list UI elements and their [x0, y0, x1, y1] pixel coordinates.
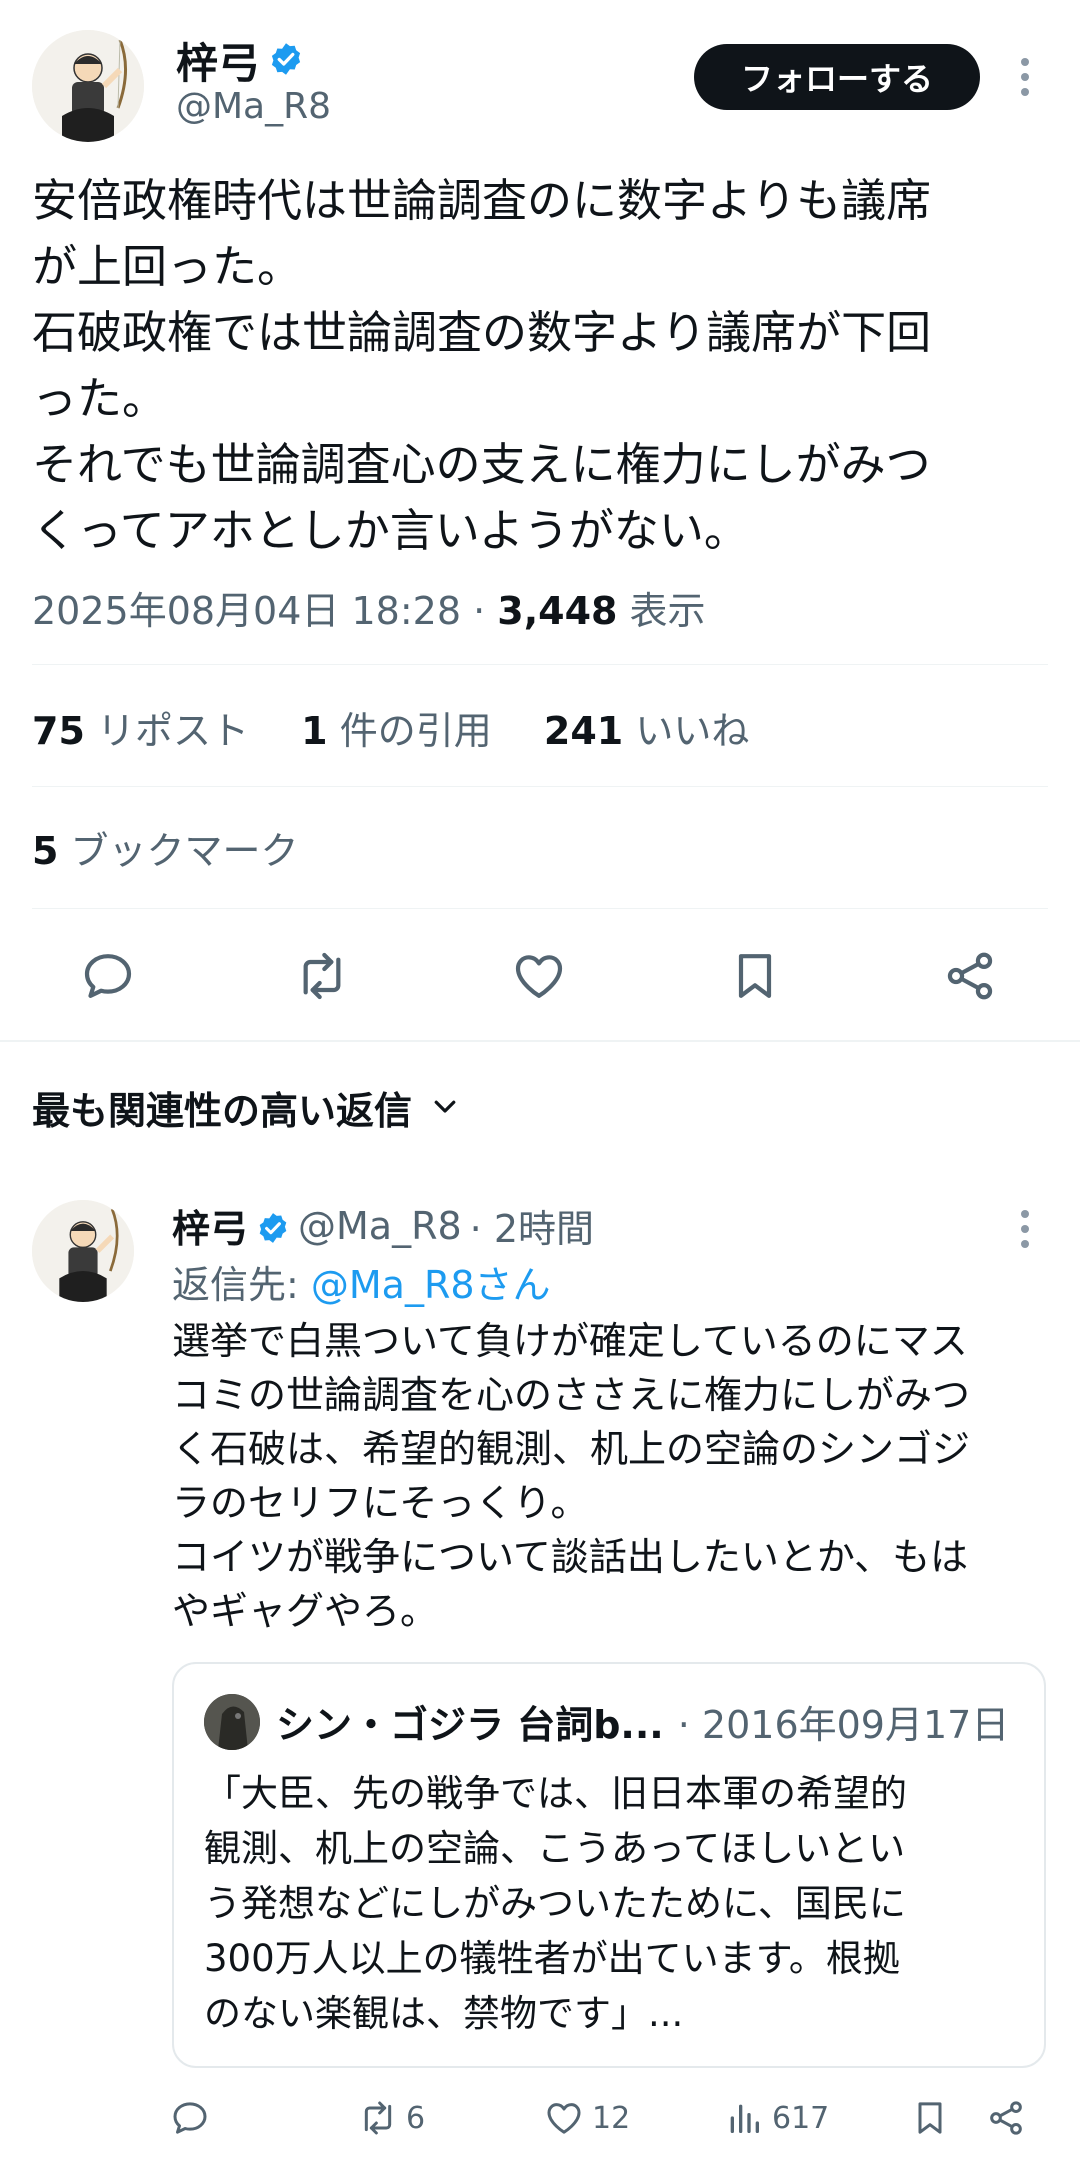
verified-badge-icon: [268, 41, 304, 81]
verified-badge-icon: [256, 1204, 290, 1248]
reply-more-options-icon[interactable]: [1019, 1210, 1031, 1255]
reposts-stat[interactable]: 75 リポスト: [32, 709, 249, 753]
likes-label: いいね: [623, 709, 750, 753]
replies-sort-dropdown[interactable]: 最も関連性の高い返信: [32, 1080, 460, 1135]
quotes-stat[interactable]: 1 件の引用: [301, 709, 492, 753]
reply-repost-button[interactable]: 6: [358, 2098, 425, 2138]
divider: [32, 664, 1048, 665]
quoted-avatar: [204, 1694, 260, 1750]
tweet-text: 安倍政権時代は世論調査のに数字よりも議席 が上回った。 石破政権では世論調査の数…: [32, 174, 932, 557]
timestamp[interactable]: 2025年08月04日 18:28 ·: [32, 589, 497, 633]
avatar[interactable]: [32, 30, 144, 142]
repost-icon[interactable]: [294, 948, 350, 1004]
views-count: 3,448: [497, 589, 618, 633]
reply-text: 選挙で白黒ついて負けが確定しているのにマス コミの世論調査を心のささえに権力にし…: [172, 1319, 971, 1633]
stats-row: 75 リポスト 1 件の引用 241 いいね: [32, 700, 749, 755]
reply-icon: [173, 2102, 207, 2134]
author-row[interactable]: 梓弓: [176, 30, 304, 91]
quoted-author-name: シン・ゴジラ 台詞b...: [276, 1703, 664, 1747]
reply-handle[interactable]: @Ma_R8: [298, 1204, 462, 1248]
author-handle[interactable]: @Ma_R8: [176, 86, 331, 127]
reply-avatar[interactable]: [32, 1200, 134, 1302]
reply-views-button[interactable]: 617: [724, 2098, 829, 2138]
quoted-header: シン・ゴジラ 台詞b... · 2016年09月17日: [276, 1694, 1009, 1749]
reply-like-button[interactable]: 12: [544, 2098, 630, 2138]
reply-author-name[interactable]: 梓弓: [172, 1198, 248, 1253]
like-icon: [547, 2103, 581, 2134]
bookmark-icon[interactable]: [727, 948, 783, 1004]
reply-share-button[interactable]: [986, 2098, 1026, 2138]
reposts-count: 75: [32, 709, 85, 753]
chevron-down-icon: [430, 1086, 460, 1130]
more-options-icon[interactable]: [1019, 58, 1031, 103]
likes-stat[interactable]: 241 いいね: [544, 709, 749, 753]
replies-sort-label: 最も関連性の高い返信: [32, 1089, 413, 1133]
bookmarks-count: 5: [32, 829, 59, 873]
quoted-date: · 2016年09月17日: [677, 1703, 1010, 1747]
divider: [32, 908, 1048, 909]
like-icon[interactable]: [511, 948, 567, 1004]
section-divider: [0, 1040, 1080, 1042]
quotes-label: 件の引用: [327, 709, 492, 753]
author-name[interactable]: 梓弓: [176, 30, 260, 91]
reply-to-handle-link[interactable]: @Ma_R8さん: [311, 1263, 551, 1307]
reply-reposts-count: 6: [406, 2100, 426, 2136]
share-icon: [990, 2101, 1022, 2135]
reply-views-count: 617: [772, 2100, 830, 2136]
reply-to-prefix: 返信先:: [172, 1263, 311, 1307]
bookmarks-stat[interactable]: 5 ブックマーク: [32, 820, 299, 875]
tweet-meta: 2025年08月04日 18:28 · 3,448 表示: [32, 580, 706, 635]
bookmark-icon: [918, 2102, 942, 2134]
share-icon[interactable]: [942, 948, 998, 1004]
divider: [32, 786, 1048, 787]
follow-button[interactable]: フォローする: [694, 44, 980, 110]
reply-to-line: 返信先: @Ma_R8さん: [172, 1254, 551, 1309]
reposts-label: リポスト: [84, 709, 249, 753]
quoted-text: 「大臣、先の戦争では、旧日本軍の希望的 観測、机上の空論、こうあってほしいとい …: [204, 1772, 907, 2035]
likes-count: 241: [543, 709, 624, 753]
reply-likes-count: 12: [592, 2100, 631, 2136]
reply-bookmark-button[interactable]: [910, 2098, 950, 2138]
reply-time[interactable]: · 2時間: [470, 1198, 594, 1253]
quotes-count: 1: [301, 709, 328, 753]
repost-icon: [364, 2101, 392, 2135]
bookmarks-label: ブックマーク: [58, 829, 299, 873]
views-icon: [730, 2104, 759, 2133]
quoted-tweet-card[interactable]: シン・ゴジラ 台詞b... · 2016年09月17日 「大臣、先の戦争では、旧…: [172, 1662, 1046, 2068]
reply-icon[interactable]: [80, 948, 136, 1004]
views-label: 表示: [617, 589, 706, 633]
reply-reply-button[interactable]: [170, 2098, 210, 2138]
reply-header: 梓弓 @Ma_R8 · 2時間: [172, 1198, 594, 1253]
